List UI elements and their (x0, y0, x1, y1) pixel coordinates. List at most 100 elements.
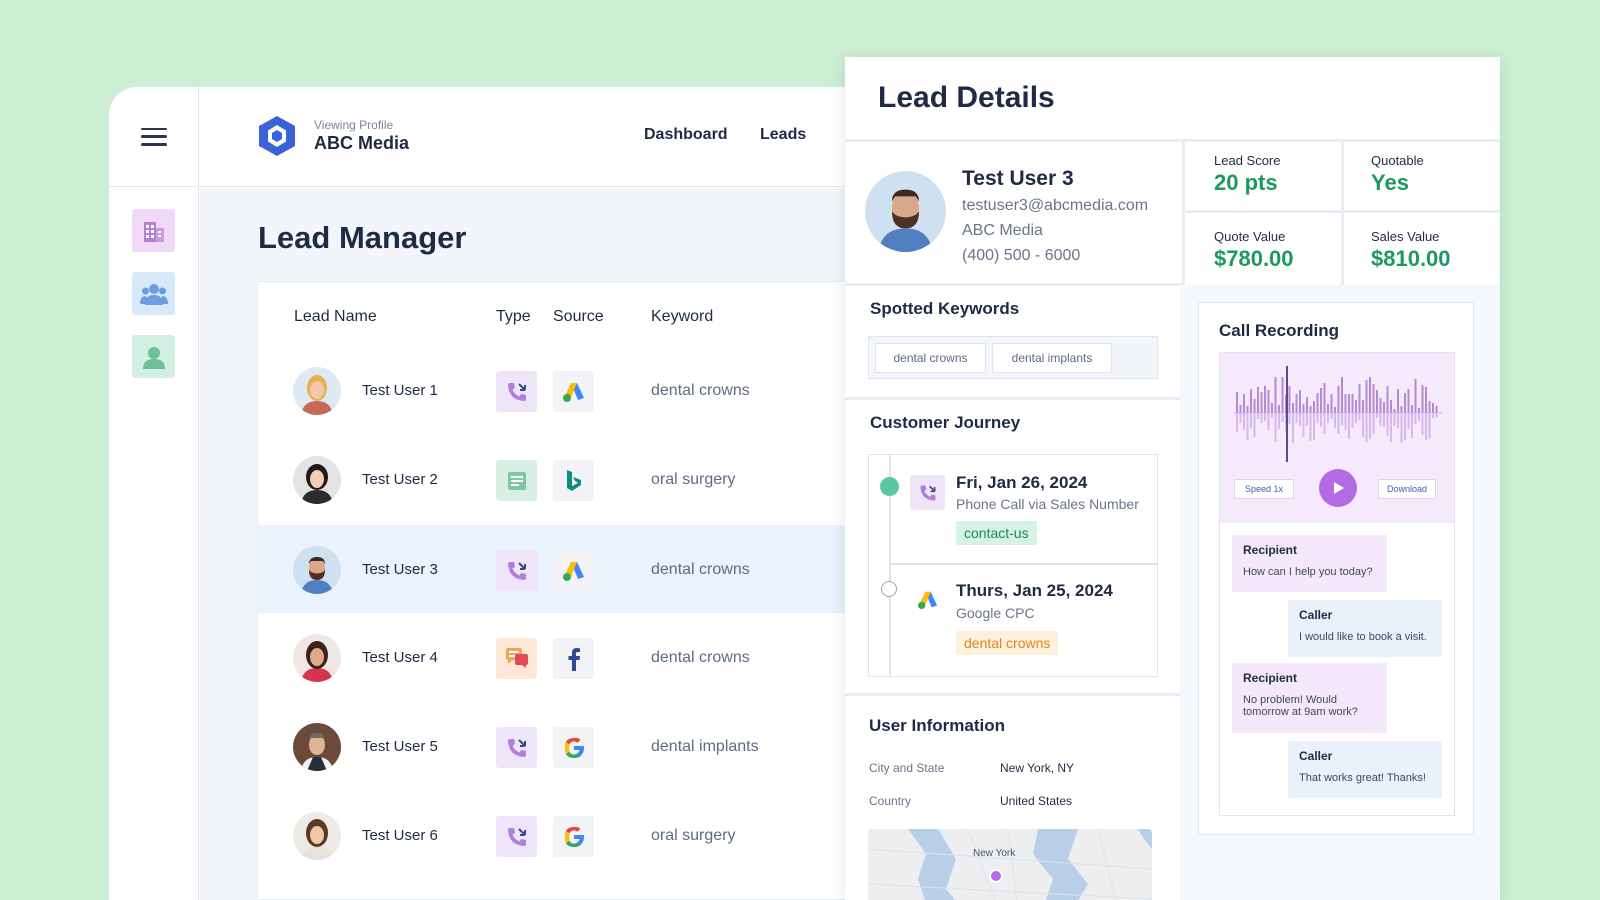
lead-details-panel: Lead Details Test User 3 testuser3@abcme… (845, 57, 1500, 900)
table-row[interactable]: Test User 6 oral surgery (258, 791, 869, 879)
waveform-bar (1435, 406, 1438, 413)
waveform-bar (1428, 414, 1431, 439)
waveform-bar (1292, 403, 1294, 413)
table-row[interactable]: Test User 1 dental crowns (258, 346, 869, 434)
contact-phone[interactable]: (400) 500 - 6000 (962, 247, 1080, 265)
phone-call-icon (496, 727, 537, 768)
waveform-bar (1432, 414, 1434, 418)
waveform-bar (1243, 414, 1245, 430)
nav-leads[interactable]: Leads (760, 126, 806, 144)
waveform-bar (1327, 414, 1329, 423)
column-header-lead-name[interactable]: Lead Name (294, 308, 377, 326)
waveform-bar (1278, 414, 1280, 429)
sidebar (109, 87, 199, 900)
journey-source: Phone Call via Sales Number (956, 496, 1139, 512)
waveform-bar (1404, 393, 1406, 413)
waveform-bar (1365, 380, 1368, 413)
waveform-bar (1257, 414, 1259, 419)
message-text: I would like to book a visit. (1299, 631, 1427, 643)
waveform-bar (1355, 400, 1357, 413)
column-header-source[interactable]: Source (553, 308, 604, 326)
avatar (293, 456, 341, 504)
waveform-bar (1407, 414, 1410, 429)
waveform-bar (1418, 414, 1420, 421)
waveform-bar (1362, 400, 1364, 413)
waveform-bar (1414, 414, 1417, 424)
table-row-selected[interactable]: Test User 3 dental crowns (258, 525, 869, 613)
waveform-bar (1428, 401, 1431, 413)
waveform-bar (1288, 414, 1291, 424)
avatar (293, 546, 341, 594)
waveform-bar (1236, 414, 1238, 432)
sidebar-item-profile[interactable] (132, 335, 175, 378)
journey-tag: dental crowns (956, 631, 1059, 655)
waveform-bar (1337, 414, 1340, 434)
waveform-bar (1246, 406, 1249, 413)
transcript-message-recipient: Recipient No problem! Would tomorrow at … (1232, 663, 1387, 733)
waveform-bar (1281, 377, 1284, 413)
location-map[interactable]: New York (868, 829, 1152, 900)
waveform-bar (1295, 394, 1298, 413)
waveform-bar (1421, 414, 1424, 435)
sidebar-item-team[interactable] (132, 272, 175, 315)
waveform-bar (1390, 400, 1392, 413)
table-row[interactable]: Test User 2 oral surgery (258, 435, 869, 523)
waveform-bar (1379, 398, 1382, 413)
waveform-bar (1393, 414, 1396, 426)
waveform-bar (1425, 414, 1427, 440)
profile-name[interactable]: ABC Media (314, 133, 409, 154)
call-recording-card: Call Recording Speed 1x Download Recipie… (1198, 302, 1474, 835)
transcript-message-caller: Caller I would like to book a visit. (1288, 600, 1442, 657)
waveform-bar (1400, 414, 1403, 443)
play-button[interactable] (1319, 469, 1357, 507)
waveform-bar (1323, 383, 1326, 413)
waveform-bar (1236, 392, 1238, 413)
column-header-keyword[interactable]: Keyword (651, 308, 713, 326)
waveform-bar (1337, 386, 1340, 413)
lead-name: Test User 4 (362, 649, 438, 666)
menu-icon[interactable] (140, 127, 167, 146)
waveform-bar (1344, 414, 1347, 430)
phone-call-icon (910, 475, 945, 510)
waveform-bar (1250, 414, 1252, 428)
column-header-type[interactable]: Type (496, 308, 531, 326)
map-label: New York (973, 848, 1016, 859)
lead-keyword: dental crowns (651, 382, 750, 399)
waveform-bar (1334, 407, 1336, 413)
waveform-bar (1418, 408, 1420, 413)
sidebar-item-companies[interactable] (132, 209, 175, 252)
waveform-bar (1267, 390, 1270, 413)
lead-keyword: dental crowns (651, 561, 750, 578)
avatar (865, 171, 946, 252)
waveform-bar (1271, 414, 1273, 418)
waveform-bar (1306, 397, 1308, 413)
waveform-bar (1299, 414, 1301, 426)
keyword-chip[interactable]: dental implants (992, 343, 1112, 373)
nav-dashboard[interactable]: Dashboard (644, 126, 728, 144)
playhead[interactable] (1286, 366, 1288, 462)
waveform-bar (1376, 414, 1378, 418)
audio-waveform[interactable] (1220, 358, 1456, 468)
waveform-bar (1411, 405, 1413, 413)
city-label: City and State (869, 761, 945, 775)
playback-speed-button[interactable]: Speed 1x (1234, 479, 1294, 499)
waveform-bar (1393, 409, 1396, 413)
waveform-bar (1260, 414, 1263, 423)
waveform-bar (1288, 386, 1291, 413)
company-logo[interactable] (258, 115, 296, 157)
table-row[interactable]: Test User 5 dental implants (258, 702, 869, 790)
waveform-bar (1274, 377, 1277, 413)
lead-manager-window: Viewing Profile ABC Media Dashboard Lead… (109, 87, 869, 900)
keyword-chip[interactable]: dental crowns (875, 343, 986, 373)
message-sender: Recipient (1243, 543, 1298, 557)
waveform-bar (1239, 414, 1242, 423)
waveform-bar (1302, 414, 1305, 437)
transcript-message-caller: Caller That works great! Thanks! (1288, 741, 1442, 798)
table-row[interactable]: Test User 4 dental crowns (258, 613, 869, 701)
waveform-bar (1435, 414, 1438, 418)
waveform-bar (1386, 414, 1389, 436)
download-button[interactable]: Download (1378, 479, 1436, 499)
contact-email[interactable]: testuser3@abcmedia.com (962, 197, 1148, 215)
waveform-bar (1267, 414, 1270, 430)
waveform-bar (1313, 414, 1315, 440)
